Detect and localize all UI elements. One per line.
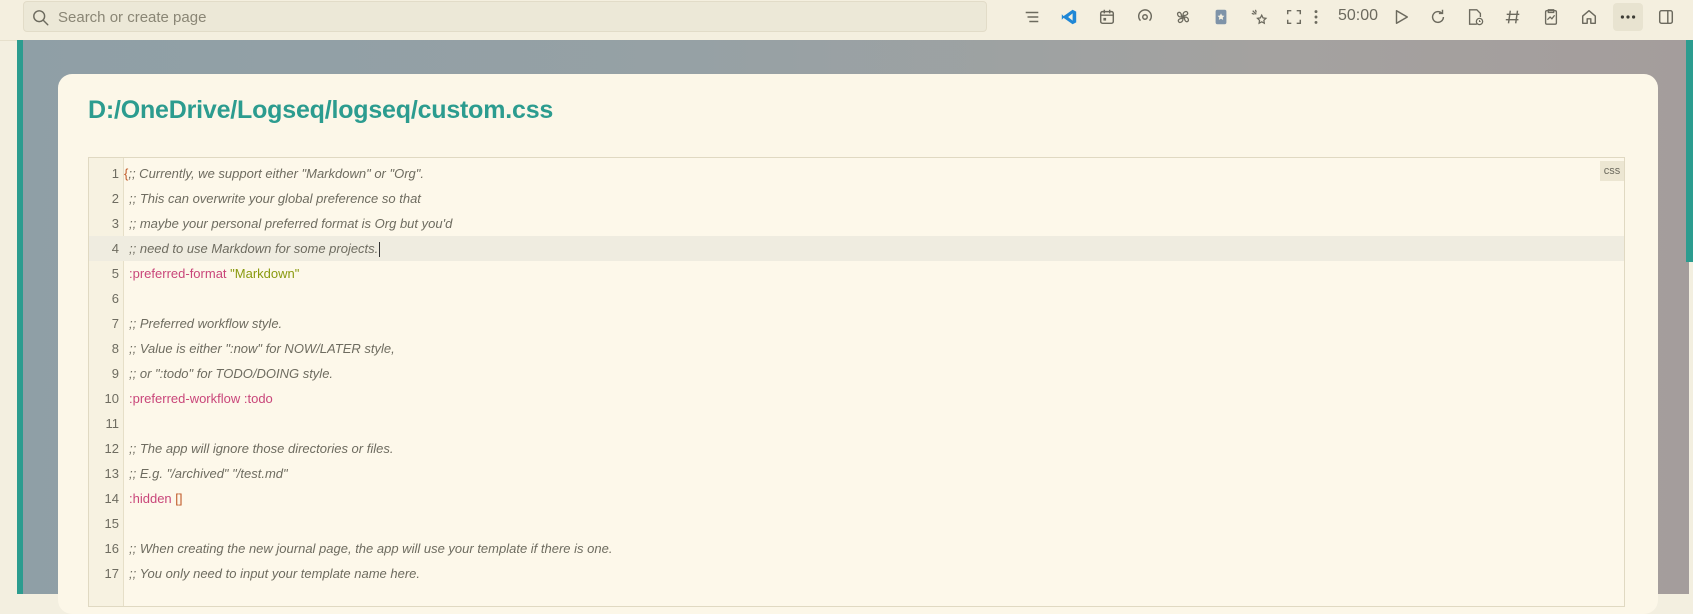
comment-token: ;; You only need to input your template …	[129, 566, 421, 581]
calendar-icon[interactable]	[1096, 6, 1118, 28]
line-number: 7	[111, 316, 119, 331]
line-text: ;; This can overwrite your global prefer…	[129, 186, 421, 211]
line-number: 12	[104, 441, 119, 456]
search-box[interactable]	[23, 1, 987, 33]
comment-token: ;; Currently, we support either "Markdow…	[128, 166, 424, 181]
line-number: 4	[111, 241, 119, 256]
text-cursor	[379, 242, 381, 258]
bookmark-icon[interactable]	[1210, 6, 1232, 28]
line-number: 10	[104, 391, 119, 406]
left-accent-bar	[17, 40, 23, 594]
list-icon[interactable]	[1021, 6, 1043, 28]
line-text: ;; need to use Markdown for some project…	[129, 236, 381, 261]
vertical-dots-icon[interactable]	[1311, 6, 1321, 28]
line-text: ;; The app will ignore those directories…	[129, 436, 393, 461]
line-text: {;; Currently, we support either "Markdo…	[124, 161, 424, 186]
code-line[interactable]: 13 ;; E.g. "/archived" "/test.md"	[89, 461, 1624, 486]
keyword-token: :preferred-workflow :todo	[129, 391, 273, 406]
home-icon[interactable]	[1578, 6, 1600, 28]
search-icon	[33, 10, 49, 26]
line-text: ;; Value is either ":now" for NOW/LATER …	[129, 336, 395, 361]
bracket-token: []	[175, 491, 183, 506]
comment-token: ;; When creating the new journal page, t…	[129, 541, 613, 556]
line-number: 9	[111, 366, 119, 381]
code-line[interactable]: 14 :hidden []	[89, 486, 1624, 511]
fan-icon[interactable]	[1172, 6, 1194, 28]
line-number: 8	[111, 341, 119, 356]
line-number: 5	[111, 266, 119, 281]
search-input[interactable]	[56, 2, 960, 33]
code-line[interactable]: 2 ;; This can overwrite your global prefe…	[89, 186, 1624, 211]
line-number: 1	[111, 166, 119, 181]
scrollbar-thumb[interactable]	[1686, 40, 1693, 262]
line-number: 13	[104, 466, 119, 481]
string-token: "Markdown"	[230, 266, 300, 281]
line-number: 16	[104, 541, 119, 556]
page-title[interactable]: D:/OneDrive/Logseq/logseq/custom.css	[88, 96, 553, 125]
line-text: ;; or ":todo" for TODO/DOING style.	[129, 361, 333, 386]
line-number: 15	[104, 516, 119, 531]
line-text: ;; When creating the new journal page, t…	[129, 536, 612, 561]
comment-token: ;; or ":todo" for TODO/DOING style.	[129, 366, 334, 381]
code-line[interactable]: 10 :preferred-workflow :todo	[89, 386, 1624, 411]
code-line[interactable]: 15	[89, 511, 1624, 536]
clipboard-chart-icon[interactable]	[1540, 6, 1562, 28]
comment-token: ;; This can overwrite your global prefer…	[129, 191, 421, 206]
line-text: ;; E.g. "/archived" "/test.md"	[129, 461, 288, 486]
comment-token: ;; Preferred workflow style.	[129, 316, 283, 331]
line-text: ;; maybe your personal preferred format …	[129, 211, 452, 236]
line-number: 3	[111, 216, 119, 231]
sidebar-toggle-icon[interactable]	[1655, 6, 1677, 28]
comment-token: ;; maybe your personal preferred format …	[129, 216, 453, 231]
line-number: 17	[104, 566, 119, 581]
comment-token: ;; need to use Markdown for some project…	[129, 241, 379, 256]
code-editor[interactable]: css 1 {;; Currently, we support either "M…	[88, 157, 1625, 607]
code-line[interactable]: 9 ;; or ":todo" for TODO/DOING style.	[89, 361, 1624, 386]
top-bar: 50:00	[0, 0, 1693, 41]
line-text: :preferred-workflow :todo	[129, 386, 273, 411]
code-line[interactable]: 1 {;; Currently, we support either "Markd…	[89, 161, 1624, 186]
podcast-icon[interactable]	[1134, 6, 1156, 28]
keyword-token: :hidden	[129, 491, 172, 506]
code-line[interactable]: 7 ;; Preferred workflow style.	[89, 311, 1624, 336]
code-line[interactable]: 8 ;; Value is either ":now" for NOW/LATER…	[89, 336, 1624, 361]
fullscreen-icon[interactable]	[1283, 6, 1305, 28]
keyword-token: :preferred-format	[129, 266, 227, 281]
comment-token: ;; The app will ignore those directories…	[129, 441, 394, 456]
code-line[interactable]: 5 :preferred-format "Markdown"	[89, 261, 1624, 286]
code-line[interactable]: 3 ;; maybe your personal preferred format…	[89, 211, 1624, 236]
line-number: 2	[111, 191, 119, 206]
line-text: :hidden []	[129, 486, 183, 511]
line-text: ;; Preferred workflow style.	[129, 311, 282, 336]
line-text: ;; You only need to input your template …	[129, 561, 420, 586]
hashtag-icon[interactable]	[1502, 6, 1524, 28]
code-line[interactable]: 12 ;; The app will ignore those directori…	[89, 436, 1624, 461]
vscode-icon[interactable]	[1058, 6, 1080, 28]
comment-token: ;; Value is either ":now" for NOW/LATER …	[129, 341, 395, 356]
refresh-icon[interactable]	[1427, 6, 1449, 28]
line-number: 11	[105, 416, 120, 431]
line-text: :preferred-format "Markdown"	[129, 261, 299, 286]
code-line[interactable]: 4 ;; need to use Markdown for some projec…	[89, 236, 1624, 261]
code-line[interactable]: 6	[89, 286, 1624, 311]
code-line[interactable]: 11	[89, 411, 1624, 436]
comment-token: ;; E.g. "/archived" "/test.md"	[129, 466, 288, 481]
page-clock-icon[interactable]	[1464, 6, 1486, 28]
timer-display[interactable]: 50:00	[1338, 7, 1378, 25]
code-line[interactable]: 17 ;; You only need to input your templat…	[89, 561, 1624, 586]
line-number: 6	[111, 291, 119, 306]
stars-icon[interactable]	[1248, 6, 1270, 28]
line-number: 14	[104, 491, 119, 506]
play-icon[interactable]	[1390, 6, 1412, 28]
more-icon[interactable]	[1613, 3, 1643, 31]
code-line[interactable]: 16 ;; When creating the new journal page,…	[89, 536, 1624, 561]
